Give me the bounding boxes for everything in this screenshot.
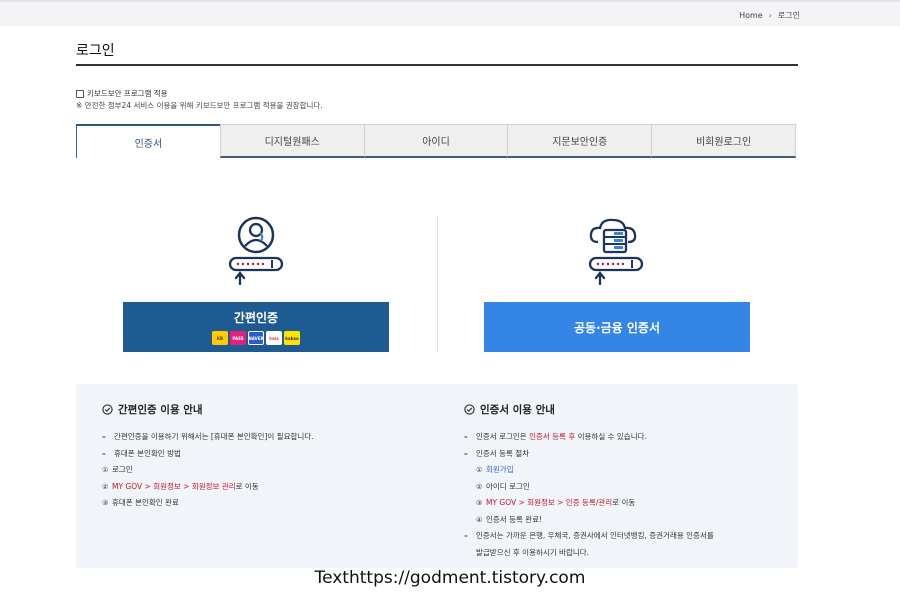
step-number: ①: [476, 466, 483, 474]
keyboard-security-checkbox[interactable]: [76, 89, 84, 98]
guide-text: 휴대폰 본인확인 방법: [114, 448, 181, 458]
guide-text: 인증서 로그인은: [476, 432, 530, 441]
login-tabs: 인증서 디지털원패스 아이디 지문보안인증 비회원로그인: [76, 124, 796, 158]
joint-financial-cert-button[interactable]: 공동·금융 인증서: [484, 302, 750, 352]
usage-guide-box: 간편인증 이용 안내 – 간편인증을 이용하기 위해서는 [휴대폰 본인확인]이 …: [76, 384, 798, 568]
check-circle-icon: [464, 404, 475, 415]
keyboard-security-note: ※ 안전한 정부24 서비스 이용을 위해 키보드보안 프로그램 적용을 권장합…: [76, 101, 323, 110]
guide-path-link[interactable]: MY GOV > 회원정보 > 회원정보 관리: [112, 479, 236, 496]
simple-auth-icon: [226, 216, 286, 286]
footer-watermark-text: Texthttps://godment.tistory.com: [314, 568, 586, 588]
guide-line: – 간편인증을 이용하기 위해서는 [휴대폰 본인확인]이 필요합니다.: [102, 429, 314, 446]
certificate-icon: [586, 216, 646, 286]
guide-line: – 인증서는 가까운 은행, 우체국, 증권사에서 인터넷뱅킹, 증권거래용 인증…: [464, 528, 714, 545]
keyboard-security-option[interactable]: 키보드보안 프로그램 적용: [76, 88, 168, 99]
guide-step: ③ MY GOV > 회원정보 > 인증 등록/관리 로 이동: [464, 495, 714, 512]
guide-line: – 휴대폰 본인확인 방법: [102, 446, 314, 463]
auth-divider: [437, 216, 438, 352]
step-number: ③: [476, 499, 483, 507]
guide-text: 로 이동: [235, 481, 259, 491]
simple-auth-logos: KB PASS NAVER toss kakao: [212, 331, 300, 345]
title-divider: [76, 64, 798, 66]
simple-auth-guide-title: 간편인증 이용 안내: [118, 404, 203, 416]
breadcrumb-home[interactable]: Home: [739, 11, 763, 20]
guide-text: 발급받으신 후 이용하시기 바랍니다.: [476, 547, 590, 557]
tab-digital-onepass[interactable]: 디지털원패스: [219, 124, 365, 158]
guide-step: ② MY GOV > 회원정보 > 회원정보 관리 로 이동: [102, 479, 314, 496]
tab-guest-login[interactable]: 비회원로그인: [651, 124, 796, 158]
guide-text: 휴대폰 본인확인 완료: [112, 498, 179, 507]
step-number: ①: [102, 466, 109, 474]
guide-text: 로 이동: [612, 498, 636, 507]
simple-auth-button[interactable]: 간편인증 KB PASS NAVER toss kakao: [123, 302, 389, 352]
pass-logo-icon: PASS: [230, 331, 246, 345]
guide-step: ④ 인증서 등록 완료!: [464, 512, 714, 529]
guide-text: 인증서는 가까운 은행, 우체국, 증권사에서 인터넷뱅킹, 증권거래용 인증서…: [476, 531, 714, 540]
step-number: ②: [102, 482, 109, 491]
cert-guide-title: 인증서 이용 안내: [480, 404, 555, 416]
guide-text: 아이디 로그인: [486, 481, 530, 491]
guide-text: 인증서 등록 완료!: [486, 514, 543, 524]
guide-line: – 인증서 등록 절차: [464, 446, 714, 463]
step-number: ③: [102, 499, 109, 507]
naver-logo-icon: NAVER: [248, 331, 264, 345]
simple-auth-guide: 간편인증 이용 안내 – 간편인증을 이용하기 위해서는 [휴대폰 본인확인]이 …: [102, 402, 314, 512]
step-number: ④: [476, 515, 483, 524]
breadcrumb: Home › 로그인: [739, 10, 800, 21]
guide-text: 로그인: [112, 465, 133, 474]
step-number: ②: [476, 482, 483, 491]
simple-auth-guide-heading: 간편인증 이용 안내: [102, 402, 314, 417]
guide-step: ① 로그인: [102, 462, 314, 479]
top-bar: Home › 로그인: [0, 0, 900, 26]
tab-fingerprint[interactable]: 지문보안인증: [507, 124, 653, 158]
toss-logo-icon: toss: [266, 331, 282, 345]
guide-step: ② 아이디 로그인: [464, 479, 714, 496]
breadcrumb-separator: ›: [768, 11, 772, 20]
guide-text: 인증서 등록 절차: [476, 448, 530, 458]
guide-path-link[interactable]: MY GOV > 회원정보 > 인증 등록/관리: [486, 495, 612, 512]
simple-auth-label: 간편인증: [233, 311, 279, 325]
kb-logo-icon: KB: [212, 331, 228, 345]
guide-highlight: 인증서 등록 후: [529, 432, 576, 441]
guide-line: – 인증서 로그인은 인증서 등록 후 이용하실 수 있습니다.: [464, 432, 647, 441]
guide-step: ① 회원가입: [464, 462, 714, 479]
guide-line: 발급받으신 후 이용하시기 바랍니다.: [464, 545, 714, 562]
tab-id[interactable]: 아이디: [363, 124, 509, 158]
tab-certificate[interactable]: 인증서: [76, 124, 221, 158]
cert-guide: 인증서 이용 안내 – 인증서 로그인은 인증서 등록 후 이용하실 수 있습니다…: [464, 402, 714, 561]
keyboard-security-label[interactable]: 키보드보안 프로그램 적용: [87, 88, 168, 99]
guide-text: 간편인증을 이용하기 위해서는 [휴대폰 본인확인]이 필요합니다.: [114, 432, 314, 441]
check-circle-icon: [102, 404, 113, 415]
guide-step: ③ 휴대폰 본인확인 완료: [102, 495, 314, 512]
guide-text: 이용하실 수 있습니다.: [575, 432, 647, 441]
breadcrumb-current: 로그인: [777, 11, 800, 20]
cert-guide-heading: 인증서 이용 안내: [464, 402, 714, 417]
kakao-logo-icon: kakao: [284, 331, 300, 345]
signup-link[interactable]: 회원가입: [486, 462, 514, 479]
page-title: 로그인: [76, 43, 115, 59]
